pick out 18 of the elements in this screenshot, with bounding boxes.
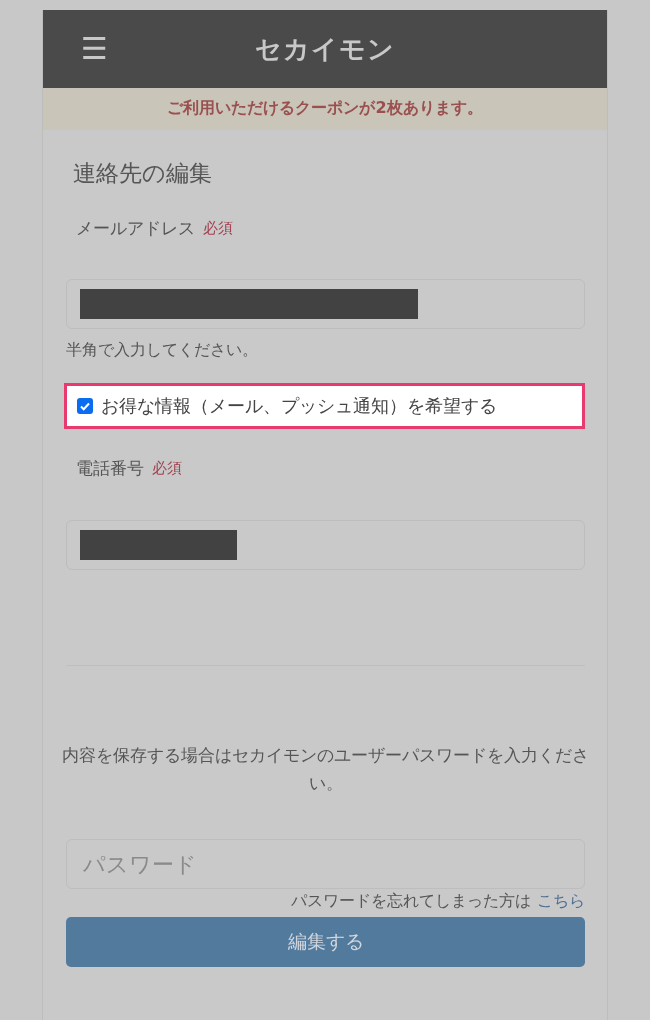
page-title: 連絡先の編集 bbox=[73, 159, 212, 188]
forgot-link[interactable]: こちら bbox=[537, 891, 585, 912]
checkbox[interactable] bbox=[77, 398, 93, 414]
logo[interactable]: セカイモン bbox=[255, 31, 395, 67]
forgot-text: パスワードを忘れてしまった方は bbox=[291, 891, 531, 912]
required-tag: 必須 bbox=[152, 459, 182, 478]
field-label: メールアドレス bbox=[76, 217, 195, 240]
input-field[interactable] bbox=[66, 279, 585, 329]
required-tag: 必須 bbox=[203, 219, 233, 238]
submit-button[interactable]: 編集する bbox=[66, 917, 585, 967]
field-label: 電話番号 bbox=[76, 457, 144, 480]
coupon-banner: ご利用いただけるクーポンが2枚あります。 bbox=[43, 88, 607, 130]
checkbox-label: お得な情報（メール、プッシュ通知）を希望する bbox=[101, 395, 497, 418]
hint-text: 半角で入力してください。 bbox=[66, 340, 258, 361]
instruction-text: 内容を保存する場合はセカイモンのユーザーパスワードを入力ください。 bbox=[61, 744, 590, 795]
input-field[interactable] bbox=[66, 520, 585, 570]
menu-icon[interactable]: ☰ bbox=[81, 34, 108, 64]
password-field[interactable]: パスワード bbox=[66, 839, 585, 889]
